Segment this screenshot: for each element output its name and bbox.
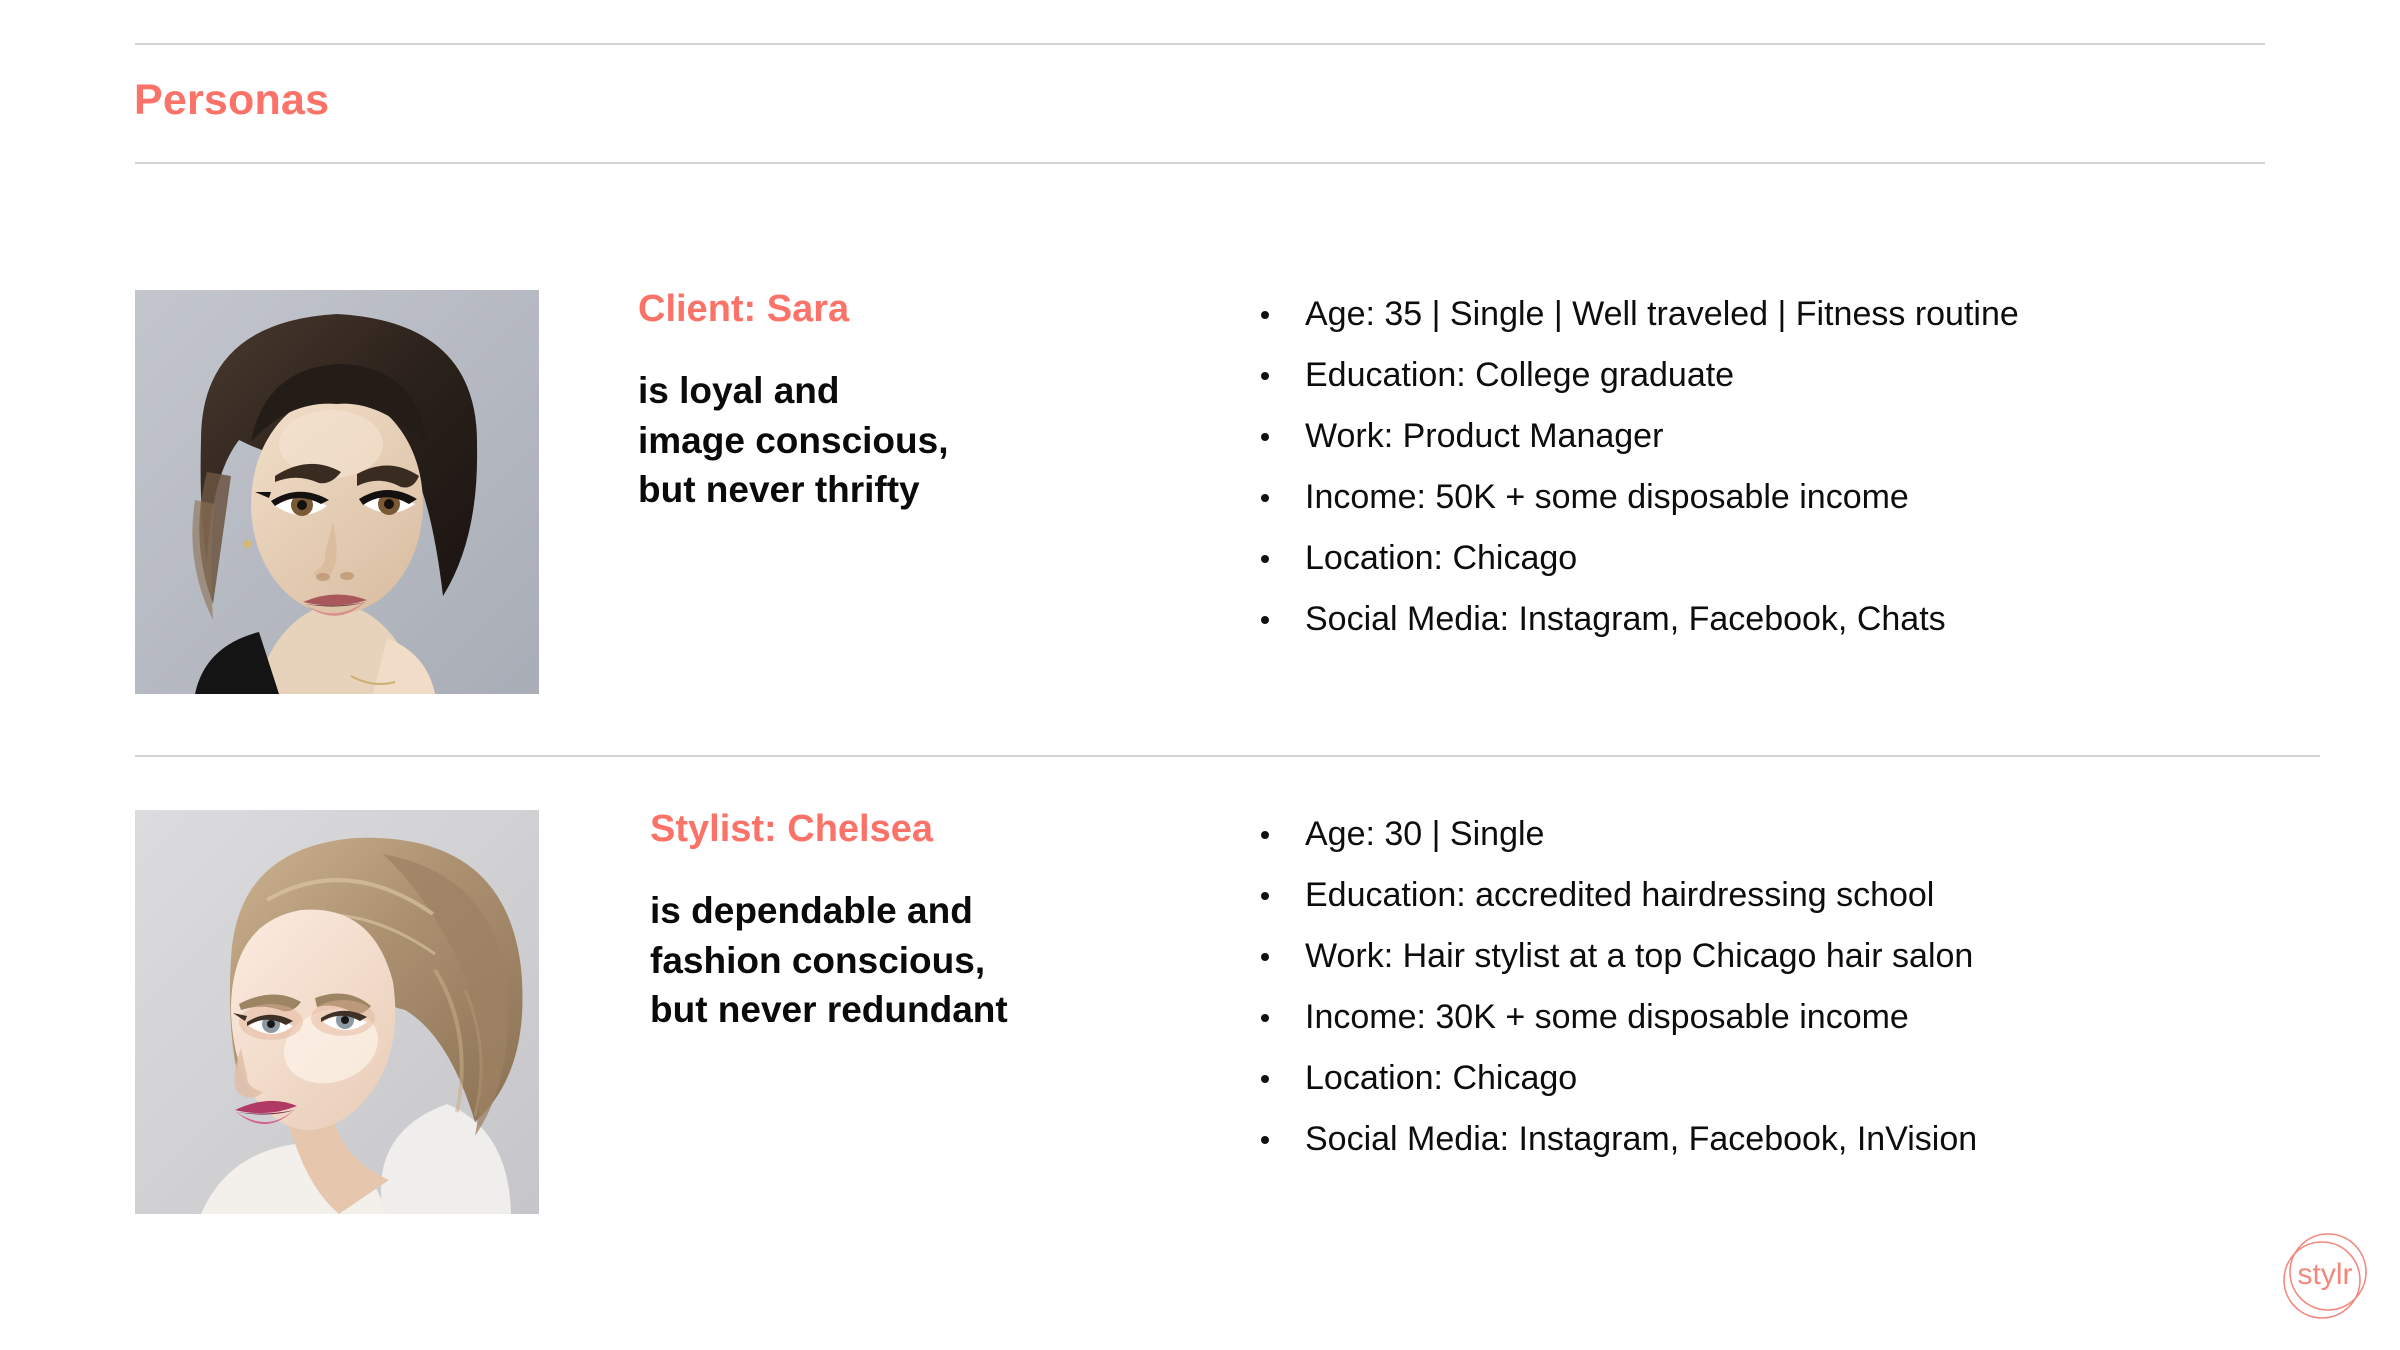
persona-copy-client: Client: Sara is loyal and image consciou…: [638, 290, 949, 515]
header-divider-top: [135, 43, 2265, 45]
bullet-icon: [1261, 1075, 1269, 1083]
list-item: Social Media: Instagram, Facebook, Chats: [1255, 589, 2019, 650]
bullet-icon: [1261, 616, 1269, 624]
tagline-line: image conscious,: [638, 419, 949, 461]
bullet-icon: [1261, 555, 1269, 563]
fact-text: Age: 30 | Single: [1305, 815, 1545, 853]
slide-canvas: Personas Client: Sara is loyal and image…: [0, 0, 2400, 1350]
persona-copy-stylist: Stylist: Chelsea is dependable and fashi…: [650, 810, 1008, 1035]
tagline-line: is dependable and: [650, 890, 973, 931]
list-item: Age: 30 | Single: [1255, 804, 1977, 865]
section-divider: [135, 755, 2320, 757]
header-divider-bottom: [135, 162, 2265, 164]
fact-text: Education: accredited hairdressing schoo…: [1305, 876, 1935, 914]
persona-photo-client: [135, 290, 539, 694]
persona-name-client: Client: Sara: [638, 288, 850, 330]
persona-name-stylist: Stylist: Chelsea: [650, 808, 933, 850]
persona-photo-stylist: [135, 810, 539, 1214]
bullet-icon: [1261, 372, 1269, 380]
tagline-line: but never thrifty: [638, 469, 920, 511]
fact-text: Income: 50K + some disposable income: [1305, 478, 1909, 516]
fact-text: Age: 35 | Single | Well traveled | Fitne…: [1305, 295, 2019, 333]
tagline-line: fashion conscious,: [650, 939, 986, 981]
list-item: Education: College graduate: [1255, 345, 2019, 406]
page-title: Personas: [134, 76, 330, 124]
list-item: Work: Product Manager: [1255, 406, 2019, 467]
fact-text: Income: 30K + some disposable income: [1305, 998, 1909, 1036]
list-item: Location: Chicago: [1255, 528, 2019, 589]
fact-text: Location: Chicago: [1305, 539, 1578, 577]
persona-facts-stylist: Age: 30 | Single Education: accredited h…: [1255, 804, 1977, 1170]
fact-text: Location: Chicago: [1305, 1059, 1578, 1097]
list-item: Work: Hair stylist at a top Chicago hair…: [1255, 926, 1977, 987]
bullet-icon: [1261, 1136, 1269, 1144]
fact-text: Education: College graduate: [1305, 356, 1735, 394]
bullet-icon: [1261, 831, 1269, 839]
bullet-icon: [1261, 1014, 1269, 1022]
bullet-icon: [1261, 311, 1269, 319]
bullet-icon: [1261, 494, 1269, 502]
tagline-line: but never redundant: [650, 989, 1008, 1031]
brand-wordmark: stylr: [2298, 1258, 2353, 1291]
list-item: Income: 50K + some disposable income: [1255, 467, 2019, 528]
fact-text: Work: Product Manager: [1305, 417, 1664, 455]
list-item: Income: 30K + some disposable income: [1255, 987, 1977, 1048]
list-item: Location: Chicago: [1255, 1048, 1977, 1109]
tagline-line: is loyal and: [638, 370, 840, 411]
bullet-icon: [1261, 953, 1269, 961]
persona-tagline-client: is loyal and image conscious, but never …: [638, 366, 949, 515]
bullet-icon: [1261, 892, 1269, 900]
brand-logo: stylr: [2278, 1228, 2374, 1324]
list-item: Age: 35 | Single | Well traveled | Fitne…: [1255, 284, 2019, 345]
bullet-icon: [1261, 433, 1269, 441]
persona-tagline-stylist: is dependable and fashion conscious, but…: [650, 886, 1008, 1035]
list-item: Social Media: Instagram, Facebook, InVis…: [1255, 1109, 1977, 1170]
fact-text: Social Media: Instagram, Facebook, Chats: [1305, 600, 1946, 638]
list-item: Education: accredited hairdressing schoo…: [1255, 865, 1977, 926]
fact-text: Social Media: Instagram, Facebook, InVis…: [1305, 1120, 1978, 1158]
fact-text: Work: Hair stylist at a top Chicago hair…: [1305, 937, 1974, 975]
persona-facts-client: Age: 35 | Single | Well traveled | Fitne…: [1255, 284, 2019, 650]
